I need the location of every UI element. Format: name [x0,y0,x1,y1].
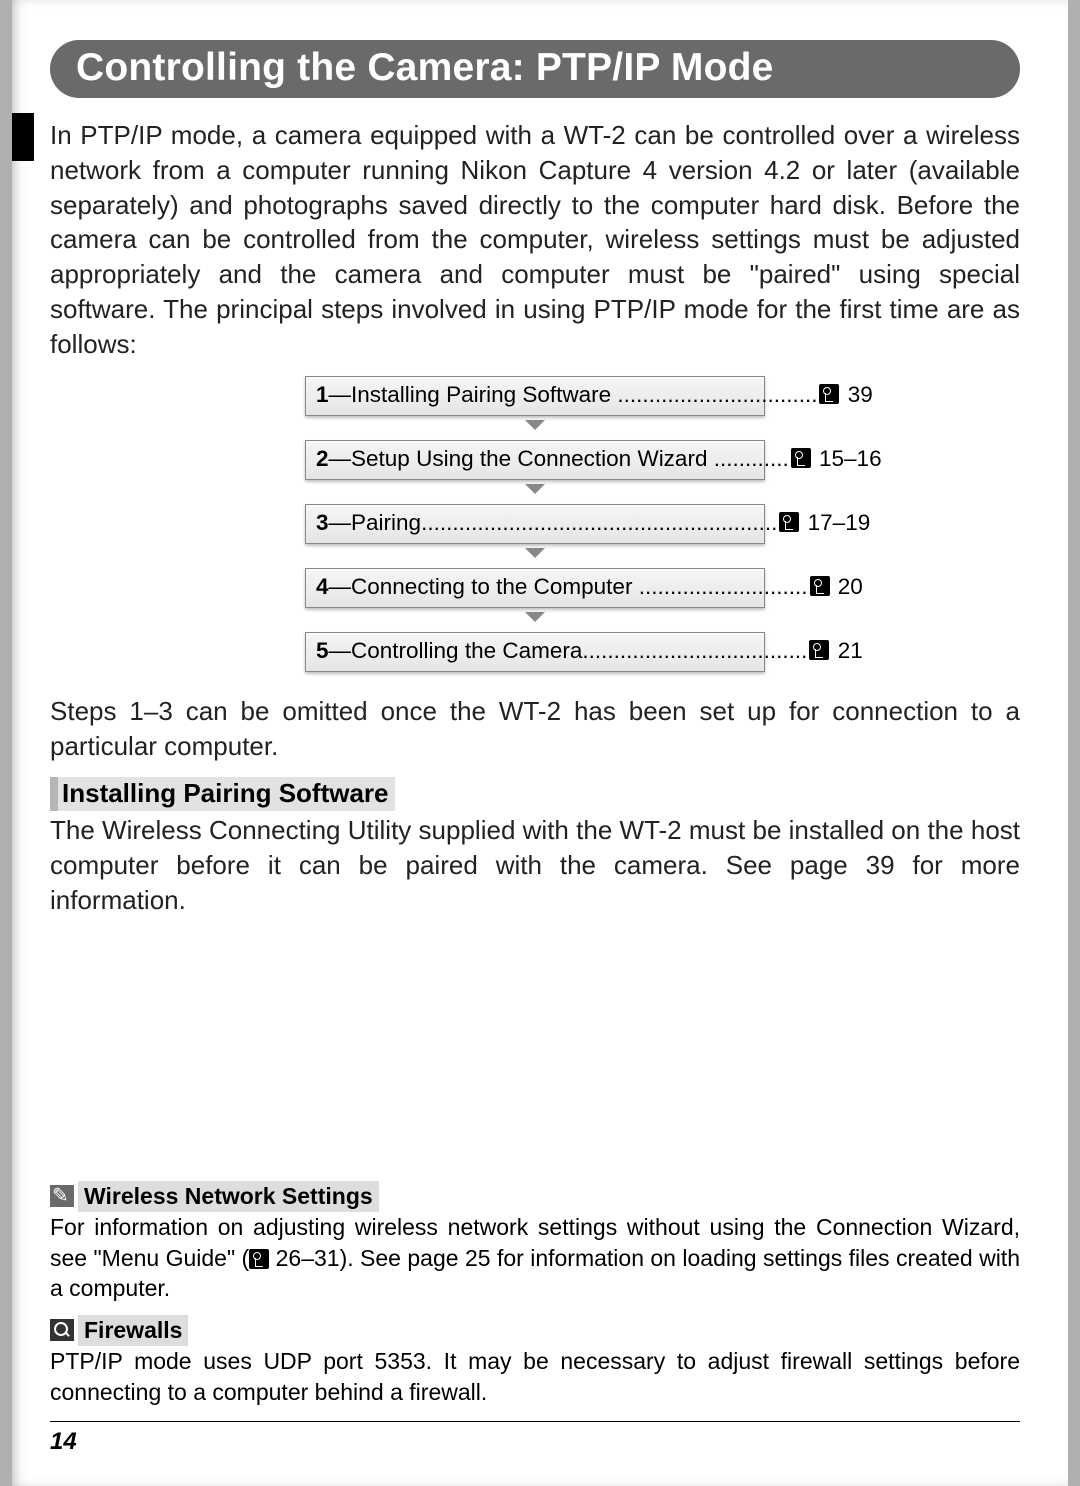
page-ref-icon [809,640,829,660]
note-body: For information on adjusting wireless ne… [50,1212,1020,1303]
step-label: —Setup Using the Connection Wizard [329,446,708,471]
step-label: —Installing Pairing Software [329,382,612,407]
intro-paragraph: In PTP/IP mode, a camera equipped with a… [50,118,1020,362]
note-firewalls: Firewalls PTP/IP mode uses UDP port 5353… [50,1315,1020,1407]
page-ref-icon [810,576,830,596]
page-title: Controlling the Camera: PTP/IP Mode [76,46,994,90]
step-number: 3 [316,510,329,535]
step-label: —Connecting to the Computer [329,574,633,599]
leader-dots: ................................ [617,382,817,408]
step-label: —Pairing [329,510,422,535]
step-number: 4 [316,574,329,599]
subheading-wrap: Installing Pairing Software [50,777,1020,811]
down-arrow-icon [525,548,545,558]
footer-notes: Wireless Network Settings For informatio… [50,1169,1020,1456]
footer-rule [50,1421,1020,1422]
page-ref-icon [249,1249,269,1269]
step-5: 5—Controlling the Camera................… [305,632,765,672]
page-number: 14 [50,1428,1020,1456]
down-arrow-icon [525,484,545,494]
subheading: Installing Pairing Software [50,777,395,811]
leader-dots: ........................... [639,574,808,600]
step-page: 20 [838,574,863,599]
step-1: 1—Installing Pairing Software ..........… [305,376,765,416]
step-label: —Controlling the Camera [329,638,583,663]
note-body: PTP/IP mode uses UDP port 5353. It may b… [50,1346,1020,1407]
section-tab-marker [12,113,34,161]
note-title: Firewalls [78,1315,188,1346]
step-3: 3—Pairing...............................… [305,504,765,544]
step-2: 2—Setup Using the Connection Wizard ....… [305,440,765,480]
page-title-bar: Controlling the Camera: PTP/IP Mode [50,40,1020,98]
page-ref-icon [779,512,799,532]
page-ref-icon [791,448,811,468]
step-page: 21 [838,638,863,663]
step-page: 15–16 [819,446,882,471]
subheading-paragraph: The Wireless Connecting Utility supplied… [50,813,1020,917]
magnifier-icon [50,1319,74,1341]
note-wireless-settings: Wireless Network Settings For informatio… [50,1181,1020,1303]
manual-page: Controlling the Camera: PTP/IP Mode In P… [12,0,1068,1486]
step-page: 17–19 [808,510,871,535]
note-title: Wireless Network Settings [78,1181,379,1212]
down-arrow-icon [525,420,545,430]
step-number: 2 [316,446,329,471]
pencil-icon [50,1185,74,1207]
down-arrow-icon [525,612,545,622]
leader-dots: ........................................… [421,510,777,536]
step-page: 39 [848,382,873,407]
leader-dots: ............ [714,446,789,472]
page-ref-icon [819,384,839,404]
step-4: 4—Connecting to the Computer ...........… [305,568,765,608]
after-steps-paragraph: Steps 1–3 can be omitted once the WT-2 h… [50,694,1020,764]
leader-dots: .................................... [582,638,807,664]
steps-list: 1—Installing Pairing Software ..........… [50,376,1020,672]
step-number: 1 [316,382,329,407]
step-number: 5 [316,638,329,663]
